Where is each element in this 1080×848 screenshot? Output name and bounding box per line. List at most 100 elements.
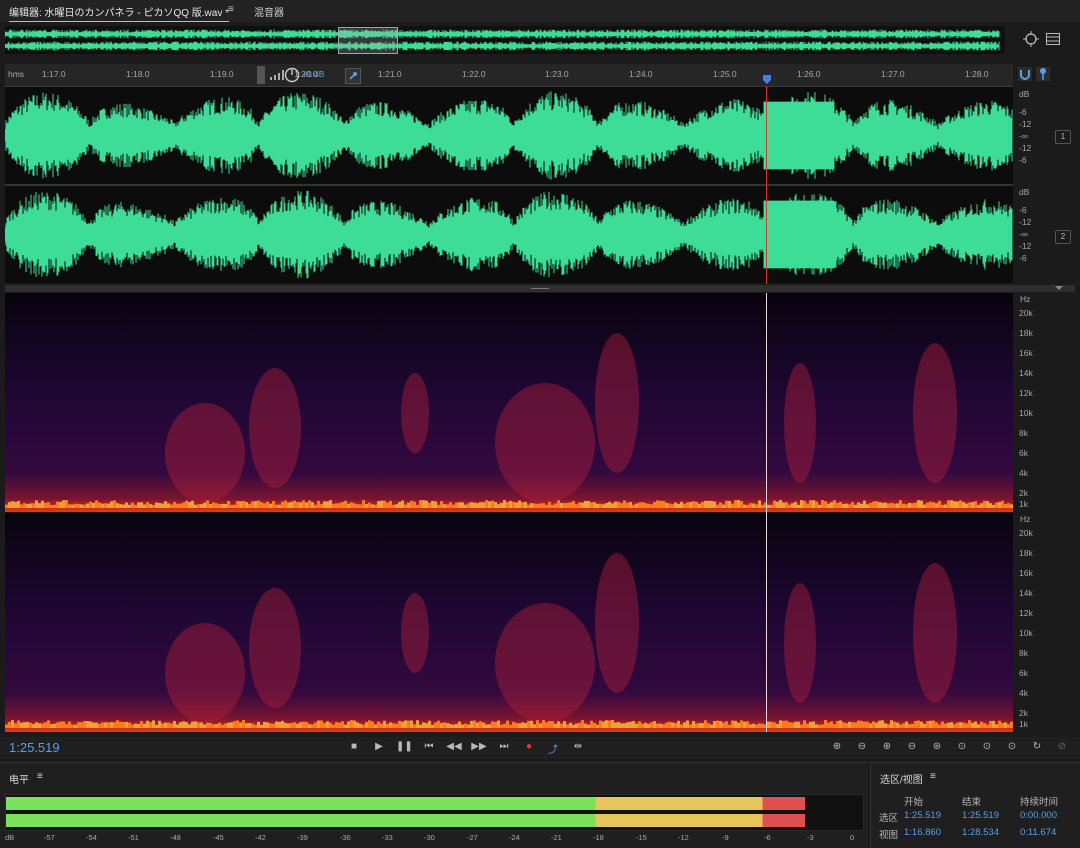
overview-waveform-graphic (4, 29, 1000, 51)
view-start-value[interactable]: 1:16.860 (904, 827, 941, 838)
db-scale-channel-2: dB -6 -12 -∞ -12 -6 2 (1013, 186, 1080, 283)
stop-button[interactable]: ■ (346, 741, 362, 752)
panel-layout-icon[interactable] (1046, 33, 1060, 45)
hz-tick: 14k (1019, 588, 1033, 598)
hz-tick: 4k (1019, 688, 1028, 698)
waveform-channel-2-graphic (4, 190, 1013, 279)
spectral-channel-1[interactable] (5, 293, 1013, 512)
level-scale-label: -27 (467, 833, 478, 842)
waveform-channel-2[interactable] (4, 186, 1013, 283)
snap-magnet-icon[interactable] (1018, 67, 1032, 81)
zoom-in-point-icon[interactable]: ⊙ (954, 741, 970, 752)
loop-button[interactable]: ⤴ (545, 741, 561, 756)
hz-tick: 6k (1019, 668, 1028, 678)
pin-hud-icon[interactable] (345, 68, 361, 84)
zoom-in-time-icon[interactable]: ⊕ (879, 741, 895, 752)
level-scale-label: -45 (213, 833, 224, 842)
zoom-full-icon[interactable]: ⊛ (929, 741, 945, 752)
collapse-arrow-icon[interactable] (1055, 286, 1063, 290)
splitter-grip (531, 288, 549, 289)
go-to-end-button[interactable]: ⏭ (496, 741, 512, 752)
waveform-channel-1[interactable] (4, 87, 1013, 184)
db-tick: -12 (1019, 119, 1032, 129)
tab-editor[interactable]: 编辑器: 水曜日のカンパネラ - ピカソQQ 版.wav * (9, 4, 230, 22)
channel-1-toggle[interactable]: 1 (1055, 130, 1071, 144)
level-scale-label: -6 (764, 833, 771, 842)
volume-knob-icon[interactable] (284, 67, 300, 83)
hz-tick: 14k (1019, 368, 1033, 378)
go-to-start-button[interactable]: ⏮ (421, 741, 437, 752)
zoom-target-icon[interactable] (1022, 30, 1040, 48)
level-scale-label: -33 (382, 833, 393, 842)
hz-tick: 2k (1019, 708, 1028, 718)
hz-tick: 18k (1019, 548, 1033, 558)
spectral-channel-2[interactable] (5, 513, 1013, 732)
play-button[interactable]: ▶ (371, 741, 387, 752)
zoom-out-time-icon[interactable]: ⊖ (904, 741, 920, 752)
levels-menu-icon[interactable]: ≡ (37, 771, 43, 782)
waveform-channel-1-graphic (4, 91, 1013, 180)
level-scale-label: -42 (255, 833, 266, 842)
tab-mixer[interactable]: 混音器 (254, 4, 284, 19)
overview-waveform[interactable] (4, 26, 1005, 54)
spectral-channel-1-graphic (5, 293, 1013, 512)
editor-menu-icon[interactable]: ≡ (228, 4, 234, 15)
volume-value[interactable]: +0 dB (302, 69, 324, 79)
view-splitter[interactable] (5, 285, 1075, 292)
level-meter-graphic (6, 797, 805, 827)
channel-2-toggle[interactable]: 2 (1055, 230, 1071, 244)
hz-tick: 1k (1019, 719, 1028, 729)
col-header-start: 开始 (904, 797, 924, 808)
hz-unit-label: Hz (1020, 514, 1031, 524)
marker-pin-icon[interactable] (1036, 67, 1050, 81)
zoom-in-amplitude-icon[interactable]: ⊕ (829, 741, 845, 752)
hud-drag-handle[interactable] (257, 66, 265, 84)
selection-duration-value[interactable]: 0:00.000 (1020, 810, 1057, 821)
overview-viewport-handle[interactable] (338, 27, 398, 54)
view-end-value[interactable]: 1:28.534 (962, 827, 999, 838)
selection-start-value[interactable]: 1:25.519 (904, 810, 941, 821)
level-scale-label: -54 (86, 833, 97, 842)
playhead-line-spectral (766, 293, 767, 732)
db-tick: -12 (1019, 143, 1032, 153)
selection-view-menu-icon[interactable]: ≡ (930, 771, 936, 782)
fast-forward-button[interactable]: ▶▶ (471, 741, 487, 752)
hz-tick: 18k (1019, 328, 1033, 338)
zoom-out-point-icon[interactable]: ⊙ (979, 741, 995, 752)
level-scale-label: -15 (636, 833, 647, 842)
view-duration-value[interactable]: 0:11.674 (1020, 827, 1056, 838)
row-label-selection: 选区 (879, 813, 899, 824)
level-scale-label: -9 (722, 833, 729, 842)
time-ruler[interactable]: hms 1:17.0 1:18.0 1:19.0 1:20.0 1:21.0 1… (5, 64, 1013, 87)
ruler-tick: 1:25.0 (713, 69, 737, 79)
current-time-display[interactable]: 1:25.519 (9, 740, 60, 755)
hz-tick: 16k (1019, 348, 1033, 358)
playhead-line[interactable] (766, 86, 767, 284)
ruler-tick: 1:23.0 (545, 69, 569, 79)
hz-tick: 12k (1019, 388, 1033, 398)
rewind-button[interactable]: ◀◀ (446, 741, 462, 752)
db-tick: -6 (1019, 253, 1027, 263)
level-scale-label: -18 (593, 833, 604, 842)
level-scale-label: dB (5, 833, 15, 842)
db-unit-label: dB (1019, 187, 1030, 197)
db-unit-label: dB (1019, 89, 1030, 99)
db-tick: -12 (1019, 217, 1032, 227)
pause-button[interactable]: ❚❚ (396, 741, 413, 752)
db-tick: -6 (1019, 107, 1027, 117)
levels-panel: 电平 ≡ dB -57 -54 -51 -48 -45 -42 -39 -36 … (0, 762, 868, 848)
hz-tick: 16k (1019, 568, 1033, 578)
zoom-reset-icon[interactable]: ↻ (1029, 741, 1045, 752)
db-tick: -6 (1019, 205, 1027, 215)
hz-tick: 6k (1019, 448, 1028, 458)
ruler-tick: 1:24.0 (629, 69, 653, 79)
playhead-marker[interactable] (762, 75, 772, 85)
selection-end-value[interactable]: 1:25.519 (962, 810, 999, 821)
ruler-unit: hms (8, 69, 25, 79)
level-scale-label: -57 (44, 833, 55, 842)
zoom-selection-icon[interactable]: ⊙ (1004, 741, 1020, 752)
zoom-out-amplitude-icon[interactable]: ⊖ (854, 741, 870, 752)
skip-selection-button[interactable]: ⇹ (570, 741, 586, 752)
record-button[interactable]: ● (521, 741, 537, 752)
db-scale-channel-1: dB -6 -12 -∞ -12 -6 1 (1013, 87, 1080, 184)
